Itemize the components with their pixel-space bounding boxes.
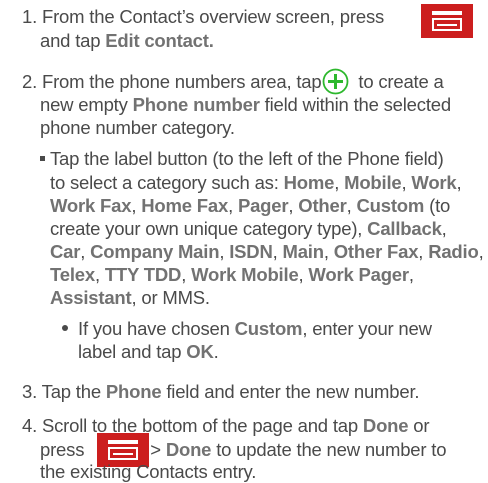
text-fragment: TTY TDD xyxy=(104,264,182,285)
sub-bullet-line-7: Assistant, or MMS. xyxy=(50,287,210,309)
text-fragment: Tap the xyxy=(41,381,106,402)
step-number: 4. xyxy=(22,415,38,436)
text-fragment: Callback xyxy=(367,218,442,239)
text-fragment: From the phone numbers area, tap xyxy=(41,71,322,92)
text-fragment: From the Contact’s overview screen, pres… xyxy=(41,6,385,27)
step-4-line-3: the existing Contacts entry. xyxy=(40,461,256,483)
text-fragment: If you have chosen xyxy=(78,318,235,339)
text-fragment: , xyxy=(478,241,484,262)
text-fragment: create your own unique category type), xyxy=(50,218,368,239)
text-fragment: field and enter the new number. xyxy=(161,381,420,402)
text-fragment: > xyxy=(150,439,161,460)
instruction-document: 1. From the Contact’s overview screen, p… xyxy=(0,0,488,483)
text-fragment: , xyxy=(298,264,309,285)
text-fragment: , xyxy=(181,264,192,285)
text-fragment: , xyxy=(228,195,238,216)
text-fragment: to create a xyxy=(358,71,444,92)
text-fragment: Custom xyxy=(234,318,303,339)
text-fragment: Main xyxy=(282,241,325,262)
text-fragment: or xyxy=(408,415,430,436)
text-fragment: to update the new number to xyxy=(211,439,447,460)
text-fragment: Work Pager xyxy=(308,264,409,285)
step-number: 2. xyxy=(22,71,38,92)
text-fragment: , xyxy=(323,241,334,262)
text-fragment: , xyxy=(418,241,429,262)
text-fragment: Telex xyxy=(50,264,95,285)
text-fragment: to select a category such as: xyxy=(50,172,284,193)
text-fragment: the existing Contacts entry. xyxy=(40,461,257,482)
text-fragment: , xyxy=(334,172,345,193)
text-fragment: , xyxy=(94,264,105,285)
sub-bullet-line-4: create your own unique category type), C… xyxy=(50,218,447,240)
text-fragment: new empty xyxy=(40,94,133,115)
text-fragment: Work xyxy=(411,172,457,193)
text-fragment: phone number category. xyxy=(40,117,235,138)
sub-bullet-line-1: Tap the label button (to the left of the… xyxy=(40,148,444,170)
text-fragment: OK xyxy=(186,341,214,362)
step-number: 1. xyxy=(22,6,38,27)
add-circle-icon xyxy=(322,68,349,95)
text-fragment: , xyxy=(408,264,414,285)
step-4-line-1: 4. Scroll to the bottom of the page and … xyxy=(22,415,430,437)
text-fragment: Work Fax xyxy=(50,195,132,216)
text-fragment: Radio xyxy=(428,241,479,262)
text-fragment: Phone xyxy=(105,381,162,402)
text-fragment: Done xyxy=(362,415,409,436)
text-fragment: Company Main xyxy=(90,241,220,262)
text-fragment: , enter your new xyxy=(302,318,432,339)
text-fragment: , xyxy=(346,195,357,216)
text-fragment: Mobile xyxy=(344,172,402,193)
step-3-line-1: 3. Tap the Phone field and enter the new… xyxy=(22,381,420,403)
text-fragment: Pager xyxy=(237,195,289,216)
square-bullet-icon xyxy=(40,155,45,161)
sub-bullet-line-5: Car, Company Main, ISDN, Main, Other Fax… xyxy=(50,241,484,263)
round-bullet-icon xyxy=(62,325,68,332)
text-fragment: , xyxy=(272,241,283,262)
sub-bullet-line-6: Telex, TTY TDD, Work Mobile, Work Pager, xyxy=(50,264,414,286)
text-fragment: , xyxy=(401,172,412,193)
text-fragment: , xyxy=(219,241,230,262)
step-1-line-2: and tap Edit contact. xyxy=(40,30,214,52)
menu-key-icon xyxy=(421,4,473,38)
text-fragment: , xyxy=(80,241,91,262)
step-1-line-1: 1. From the Contact’s overview screen, p… xyxy=(22,6,384,28)
sub-sub-bullet-line-1: If you have chosen Custom, enter your ne… xyxy=(62,318,432,340)
text-fragment: Work Mobile xyxy=(191,264,299,285)
sub-bullet-line-3: Work Fax, Home Fax, Pager, Other, Custom… xyxy=(50,195,450,217)
text-fragment: , xyxy=(456,172,462,193)
text-fragment: ISDN xyxy=(229,241,273,262)
sub-sub-bullet-line-2: label and tap OK. xyxy=(78,341,219,363)
text-fragment: , or MMS. xyxy=(131,287,210,308)
step-2-line-3: phone number category. xyxy=(40,117,235,139)
text-fragment: and tap xyxy=(40,30,106,51)
text-fragment: , xyxy=(131,195,142,216)
text-fragment: Custom xyxy=(356,195,425,216)
text-fragment: press xyxy=(40,439,85,460)
text-fragment: , xyxy=(441,218,447,239)
text-fragment: , xyxy=(288,195,299,216)
sub-bullet-line-2: to select a category such as: Home, Mobi… xyxy=(50,172,462,194)
step-2-line-1: 2. From the phone numbers area, tap to c… xyxy=(22,71,444,93)
text-fragment: Tap the label button (to the left of the… xyxy=(50,148,444,169)
text-fragment: Car xyxy=(50,241,81,262)
text-fragment: Home Fax xyxy=(141,195,229,216)
text-fragment: Other xyxy=(298,195,347,216)
edit-contact-label: Edit contact. xyxy=(105,30,214,51)
text-fragment: Done xyxy=(165,439,212,460)
text-fragment: Other Fax xyxy=(333,241,419,262)
step-2-line-2: new empty Phone number field within the … xyxy=(40,94,451,116)
phone-number-label: Phone number xyxy=(132,94,260,115)
text-fragment: Home xyxy=(283,172,335,193)
text-fragment: . xyxy=(213,341,219,362)
text-fragment: Assistant xyxy=(50,287,132,308)
text-fragment: field within the selected xyxy=(259,94,451,115)
text-fragment: (to xyxy=(424,195,451,216)
text-fragment: label and tap xyxy=(78,341,187,362)
step-number: 3. xyxy=(22,381,38,402)
text-fragment: Scroll to the bottom of the page and tap xyxy=(41,415,363,436)
